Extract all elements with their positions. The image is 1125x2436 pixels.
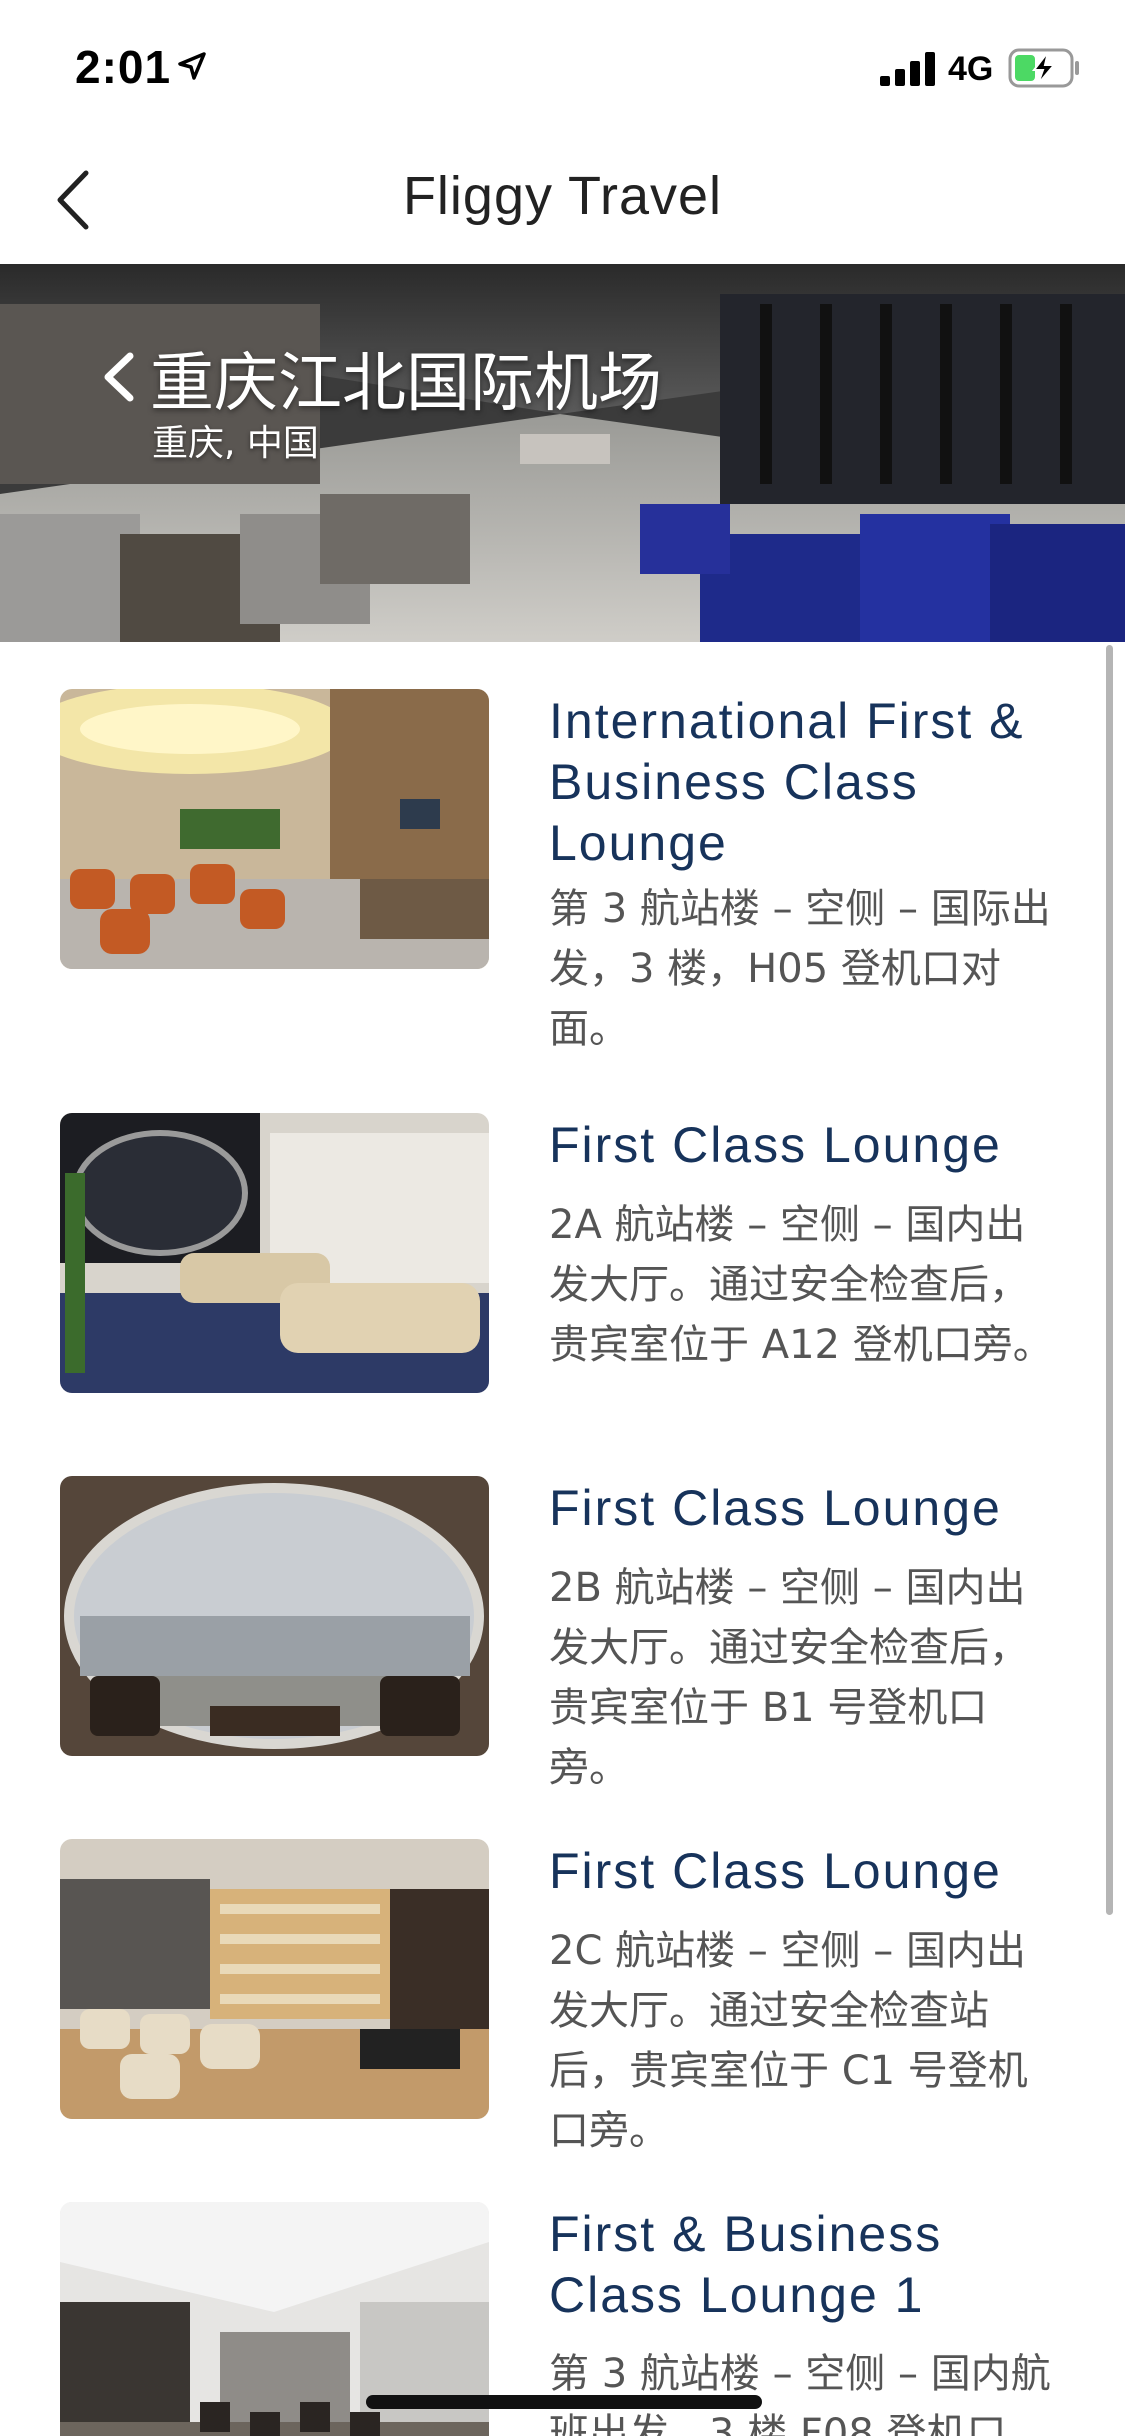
lounge-thumbnail (60, 1476, 489, 1756)
home-indicator[interactable] (366, 2395, 762, 2409)
lounge-list-item[interactable]: First Class Lounge 2A 航站楼 – 空侧 – 国内出发大厅。… (0, 1113, 1125, 1443)
lounge-list-item[interactable]: International First & Business Class Lou… (0, 689, 1125, 1052)
lounge-title: First Class Lounge (549, 1117, 1002, 1173)
airport-location: 重庆, 中国 (152, 423, 319, 464)
lounge-title: First & Business Class Lounge 1 (549, 2206, 943, 2323)
lounge-description: 第 3 航站楼 – 空侧 – 国际出发，3 楼，H05 登机口对面。 (549, 886, 1051, 1052)
status-bar: 2:01 4G (0, 0, 1125, 135)
lounge-description: 2A 航站楼 – 空侧 – 国内出发大厅。通过安全检查后，贵宾室位于 A12 登… (549, 1202, 1053, 1368)
scrollbar[interactable] (1106, 645, 1113, 1915)
lounge-description: 2B 航站楼 – 空侧 – 国内出发大厅。通过安全检查后，贵宾室位于 B1 号登… (549, 1565, 1029, 1791)
lounge-title: First Class Lounge (549, 1480, 1002, 1536)
lounge-list: International First & Business Class Lou… (0, 642, 1125, 2436)
location-arrow-icon (178, 52, 206, 80)
airport-name: 重庆江北国际机场 (150, 347, 662, 421)
lounge-thumbnail (60, 689, 489, 969)
chevron-left-icon[interactable] (96, 342, 140, 412)
lounge-list-item[interactable]: First Class Lounge 2C 航站楼 – 空侧 – 国内出发大厅。… (0, 1839, 1125, 2169)
page-title: Fliggy Travel (402, 166, 723, 226)
lounge-description: 第 3 航站楼 – 空侧 – 国内航班出发，3 楼 F08 登机口旁。 (549, 2351, 1051, 2436)
airport-hero-banner: 重庆江北国际机场 重庆, 中国 (0, 264, 1125, 642)
lounge-description: 2C 航站楼 – 空侧 – 国内出发大厅。通过安全检查站后，贵宾室位于 C1 号… (549, 1928, 1028, 2154)
signal-icon (880, 52, 935, 86)
battery-charging-icon (1008, 48, 1079, 88)
status-time: 2:01 (75, 41, 172, 93)
navigation-bar: Fliggy Travel (0, 135, 1125, 265)
network-label: 4G (948, 50, 994, 88)
lounge-thumbnail (60, 1839, 489, 2119)
lounge-list-item[interactable]: First Class Lounge 2B 航站楼 – 空侧 – 国内出发大厅。… (0, 1476, 1125, 1806)
lounge-title: International First & Business Class Lou… (549, 693, 1025, 871)
lounge-title: First Class Lounge (549, 1843, 1002, 1899)
lounge-thumbnail (60, 1113, 489, 1393)
